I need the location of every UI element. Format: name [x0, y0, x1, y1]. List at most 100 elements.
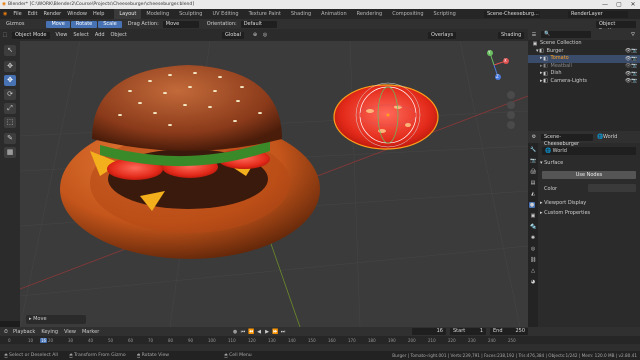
menu-render[interactable]: Render — [43, 11, 61, 17]
material-tab-icon[interactable]: ◕ — [530, 279, 536, 285]
custom-properties-section[interactable]: ▸ Custom Properties — [540, 209, 638, 217]
outliner-editor-icon[interactable]: ☰ — [531, 32, 537, 38]
scale-mode-button[interactable]: Scale — [98, 20, 122, 28]
object-scatter-dropdown[interactable]: Object Scatter — [596, 20, 636, 34]
menu-marker[interactable]: Marker — [82, 329, 99, 335]
menu-window[interactable]: Window — [67, 11, 87, 17]
tab-compositing[interactable]: Compositing — [387, 9, 428, 19]
output-tab-icon[interactable]: 🖨 — [530, 169, 536, 175]
shading-dropdown[interactable]: Shading — [498, 31, 525, 39]
annotate-tool-icon[interactable]: ✎ — [4, 133, 16, 144]
viewport-nav-buttons[interactable] — [507, 91, 515, 129]
tab-shading[interactable]: Shading — [286, 9, 316, 19]
object-mode-dropdown[interactable]: Object Mode — [12, 31, 50, 39]
start-frame-field[interactable]: Start 1 — [450, 328, 486, 335]
render-tab-icon[interactable]: 📷 — [530, 158, 536, 164]
outliner-item-burger[interactable]: ▾ ◧ Burger 👁 📷 — [528, 48, 640, 56]
menu-select[interactable]: Select — [73, 32, 88, 38]
proportional-edit-icon[interactable]: ◎ — [262, 32, 268, 38]
properties-editor-icon[interactable]: ⚙ — [531, 134, 537, 140]
menu-edit[interactable]: Edit — [28, 11, 38, 17]
outliner-search-input[interactable]: 🔍 — [541, 31, 591, 38]
timeline-ruler[interactable]: 0 10 16 20 30 40 50 60 70 80 90 100 110 120 130 140 150 1… — [0, 336, 640, 351]
view-layer-tab-icon[interactable]: ▤ — [530, 180, 536, 186]
rotate-mode-button[interactable]: Rotate — [70, 20, 98, 28]
3d-viewport[interactable]: X Y Z ▸ Move — [20, 41, 528, 327]
tab-scripting[interactable]: Scripting — [429, 9, 461, 19]
timeline-editor-icon[interactable]: ⏱ — [3, 329, 9, 335]
scale-tool-icon[interactable]: ⤢ — [4, 103, 16, 114]
jump-keyframe-back-button[interactable]: ⏪ — [248, 329, 254, 335]
jump-keyframe-forward-button[interactable]: ⏩ — [272, 329, 278, 335]
filter-icon[interactable]: ⛛ — [630, 32, 636, 38]
cursor-tool-icon[interactable]: ✥ — [4, 61, 16, 72]
menu-add[interactable]: Add — [95, 32, 105, 38]
timeline-track-area[interactable] — [0, 344, 640, 351]
render-camera-icon[interactable]: 📷 — [631, 71, 637, 77]
data-tab-icon[interactable]: △ — [530, 268, 536, 274]
play-button[interactable]: ▶ — [264, 329, 270, 335]
rotate-tool-icon[interactable]: ⟳ — [4, 89, 16, 100]
world-tab-icon-active[interactable]: ● — [529, 202, 535, 208]
maximize-button[interactable]: ▢ — [612, 0, 626, 9]
tab-sculpting[interactable]: Sculpting — [174, 9, 207, 19]
render-camera-icon[interactable]: 📷 — [631, 56, 637, 62]
outliner-item-dish[interactable]: ▸ ◧ Dish 👁 📷 — [528, 70, 640, 78]
menu-view[interactable]: View — [56, 32, 68, 38]
last-operator-panel[interactable]: ▸ Move — [26, 315, 86, 324]
jump-end-button[interactable]: ⏭ — [280, 329, 286, 335]
tool-tab-icon[interactable]: 🔧 — [530, 147, 536, 153]
render-camera-icon[interactable]: 📷 — [631, 48, 637, 54]
scene-field[interactable]: Scene-Cheeseburger — [541, 133, 593, 147]
menu-file[interactable]: File — [13, 11, 21, 17]
transform-tool-icon[interactable]: ⬚ — [4, 117, 16, 128]
select-tool-icon[interactable]: ↖ — [4, 45, 16, 56]
tab-modeling[interactable]: Modeling — [141, 9, 174, 19]
menu-view[interactable]: View — [64, 329, 76, 335]
snap-icon[interactable]: ⊕ — [252, 32, 258, 38]
color-swatch[interactable] — [588, 184, 636, 192]
selected-tomato-object[interactable] — [333, 84, 439, 150]
record-icon[interactable]: ● — [232, 329, 238, 335]
tab-texture-paint[interactable]: Texture Paint — [244, 9, 286, 19]
tab-rendering[interactable]: Rendering — [352, 9, 388, 19]
menu-object[interactable]: Object — [111, 32, 127, 38]
scene-selector[interactable]: Scene-Cheeseburg... — [484, 10, 540, 18]
constraints-tab-icon[interactable]: ⛓ — [530, 257, 536, 263]
end-frame-field[interactable]: End 250 — [490, 328, 528, 335]
use-nodes-button[interactable]: Use Nodes — [542, 171, 636, 179]
orientation-dropdown[interactable]: Default — [240, 20, 277, 28]
minimize-button[interactable]: — — [598, 0, 612, 9]
drag-action-dropdown[interactable]: Move — [162, 20, 199, 28]
blender-menu-icon[interactable]: ◉ — [3, 11, 7, 17]
render-camera-icon[interactable]: 📷 — [631, 63, 637, 69]
menu-playback[interactable]: Playback — [13, 329, 35, 335]
gizmos-label[interactable]: Gizmos — [6, 21, 24, 27]
world-selector[interactable]: 🌐 World — [542, 147, 636, 155]
modifier-tab-icon[interactable]: 🔩 — [530, 224, 536, 230]
transform-orientation-dropdown[interactable]: Global — [222, 31, 244, 39]
current-frame-field[interactable]: 16 — [412, 328, 446, 335]
close-button[interactable]: ✕ — [626, 0, 640, 9]
particles-tab-icon[interactable]: ✺ — [530, 235, 536, 241]
tab-layout[interactable]: Layout — [114, 9, 142, 19]
outliner-item-camera-lights[interactable]: ▸ ◧ Camera-Lights 👁 📷 — [528, 78, 640, 86]
render-camera-icon[interactable]: 📷 — [631, 78, 637, 84]
tab-uv-editing[interactable]: UV Editing — [207, 9, 243, 19]
outliner-item-meatball[interactable]: ▸ ◧ Meatball 👁 📷 — [528, 63, 640, 71]
physics-tab-icon[interactable]: ◎ — [530, 246, 536, 252]
object-tab-icon[interactable]: ▣ — [530, 213, 536, 219]
viewport-display-section[interactable]: ▸ Viewport Display — [540, 199, 638, 207]
burger-bun[interactable] — [92, 65, 282, 151]
move-mode-button[interactable]: Move — [46, 20, 70, 28]
menu-keying[interactable]: Keying — [41, 329, 58, 335]
measure-tool-icon[interactable]: ▦ — [4, 147, 16, 158]
menu-help[interactable]: Help — [93, 11, 104, 17]
tab-animation[interactable]: Animation — [316, 9, 352, 19]
renderlayer-selector[interactable]: RenderLayer — [568, 10, 628, 18]
surface-section-header[interactable]: ▾ Surface — [540, 159, 638, 167]
jump-start-button[interactable]: ⏮ — [240, 329, 246, 335]
outliner-scene-collection[interactable]: ▣ Scene Collection — [528, 40, 640, 48]
scene-tab-icon[interactable]: ◭ — [530, 191, 536, 197]
play-reverse-button[interactable]: ◀ — [256, 329, 262, 335]
